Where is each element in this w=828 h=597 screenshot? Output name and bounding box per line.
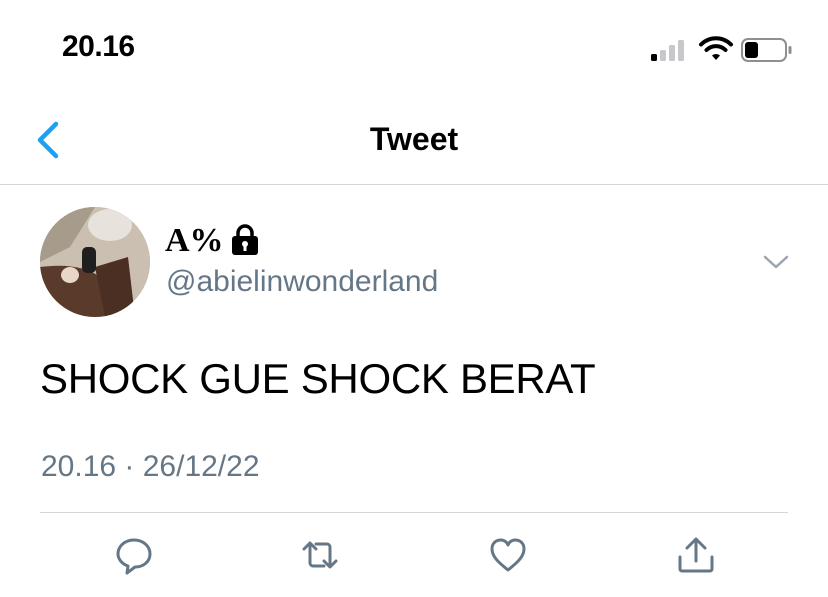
chevron-down-icon[interactable] — [762, 252, 790, 272]
reply-icon[interactable] — [114, 535, 154, 575]
wifi-icon — [699, 36, 733, 60]
user-handle[interactable]: @abielinwonderland — [166, 265, 438, 299]
page-title: Tweet — [369, 121, 459, 157]
battery-icon — [741, 38, 792, 62]
avatar-photo — [40, 207, 150, 317]
tweet-timestamp[interactable]: 20.16 · 26/12/22 — [41, 450, 260, 484]
like-icon[interactable] — [488, 535, 528, 575]
status-time: 20.16 — [62, 30, 135, 63]
cellular-signal-icon — [651, 39, 691, 61]
avatar[interactable] — [40, 207, 150, 317]
nav-divider — [0, 184, 828, 185]
actions-divider — [40, 512, 788, 513]
lock-icon — [232, 224, 258, 255]
share-icon[interactable] — [676, 535, 716, 575]
tweet-text: SHOCK GUE SHOCK BERAT — [40, 355, 596, 402]
display-name[interactable]: A% — [165, 222, 224, 260]
retweet-icon[interactable] — [300, 535, 340, 575]
